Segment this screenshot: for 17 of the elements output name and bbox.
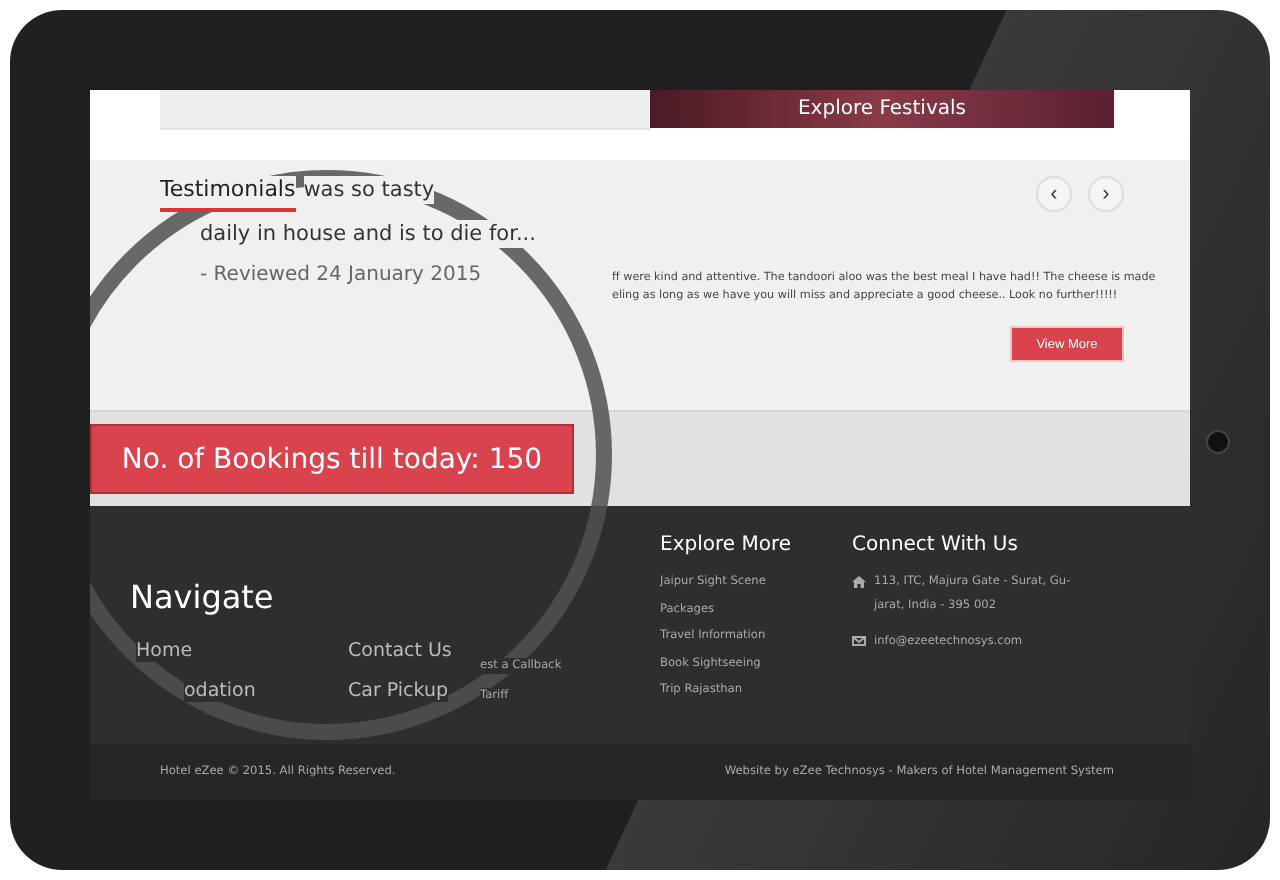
footer-link[interactable]: odation bbox=[184, 680, 256, 702]
section-title: Testimonials bbox=[160, 176, 296, 212]
footer-heading: Explore More bbox=[660, 534, 793, 556]
review-text: daily in house and is to die for... bbox=[200, 220, 536, 248]
footer-heading: Connect With Us bbox=[852, 534, 1020, 556]
bookings-counter: No. of Bookings till today: 150 bbox=[90, 424, 574, 494]
previous-button[interactable]: ‹ bbox=[1036, 176, 1072, 212]
mail-icon bbox=[852, 636, 866, 646]
home-icon bbox=[852, 576, 866, 588]
festival-banner[interactable]: Explore Festivals bbox=[650, 90, 1114, 128]
footer-link[interactable]: Contact Us bbox=[348, 640, 452, 662]
review-text: was so tasty bbox=[303, 176, 435, 204]
review-date: - Reviewed 24 January 2015 bbox=[200, 264, 482, 286]
footer-link[interactable]: Home bbox=[136, 640, 193, 662]
footer-heading: Navigate bbox=[130, 578, 276, 616]
next-button[interactable]: › bbox=[1088, 176, 1124, 212]
footer-link[interactable]: Car Pickup bbox=[348, 680, 449, 702]
